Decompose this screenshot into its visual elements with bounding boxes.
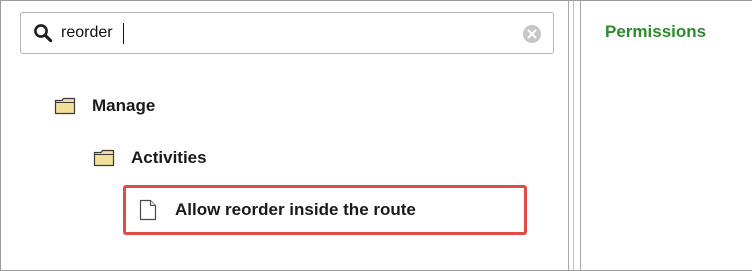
tree-node-activities[interactable]: Activities — [93, 148, 207, 168]
search-box[interactable] — [20, 12, 554, 54]
tree-pane: Manage Activities Allow reorder inside t… — [1, 1, 568, 270]
permissions-window: Manage Activities Allow reorder inside t… — [0, 0, 752, 271]
search-icon — [34, 24, 53, 43]
pane-splitter[interactable] — [568, 1, 581, 270]
tree-node-label: Manage — [92, 96, 156, 115]
folder-icon — [93, 149, 115, 167]
document-icon — [139, 199, 157, 221]
search-input[interactable] — [61, 20, 501, 46]
text-cursor — [123, 23, 124, 44]
tree-node-manage[interactable]: Manage — [54, 96, 155, 116]
folder-icon — [54, 97, 76, 115]
tree-node-label: Allow reorder inside the route — [175, 200, 416, 219]
tree-node-allow-reorder[interactable]: Allow reorder inside the route — [123, 185, 527, 235]
tree-node-label: Activities — [131, 148, 207, 167]
clear-search-icon[interactable] — [522, 24, 542, 44]
permissions-pane: Permissions — [581, 1, 752, 270]
permissions-header: Permissions — [605, 22, 707, 41]
